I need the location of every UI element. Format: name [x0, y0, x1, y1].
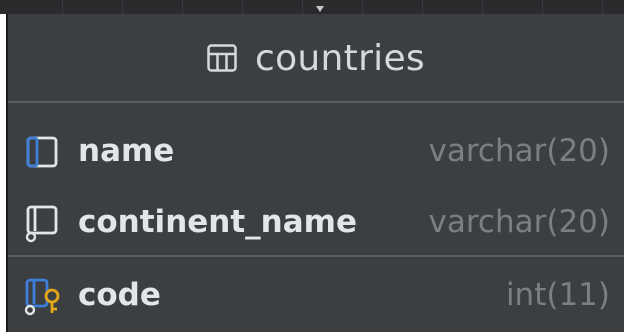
primary-key-column-icon — [24, 278, 60, 316]
table-header[interactable]: countries — [8, 14, 624, 102]
relationship-connector[interactable] — [316, 6, 324, 12]
column-type: varchar(20) — [428, 204, 610, 240]
table-node-countries[interactable]: countries name varchar(20) continent_nam… — [6, 14, 624, 332]
header-divider — [8, 101, 624, 103]
grid-line — [362, 0, 363, 14]
grid-line — [182, 0, 183, 14]
table-title: countries — [255, 37, 425, 79]
column-name: code — [78, 277, 161, 313]
grid-line — [422, 0, 423, 14]
grid-line — [62, 0, 63, 14]
column-type: int(11) — [505, 277, 610, 313]
grid-line — [302, 0, 303, 14]
diagram-canvas: countries name varchar(20) continent_nam… — [0, 0, 624, 332]
grid-line — [482, 0, 483, 14]
column-name: continent_name — [78, 204, 357, 240]
grid-line — [242, 0, 243, 14]
column-row-code[interactable]: code int(11) — [8, 265, 624, 325]
column-type: varchar(20) — [428, 133, 610, 169]
diagram-background — [0, 0, 624, 14]
column-row-name[interactable]: name varchar(20) — [8, 121, 624, 181]
grid-line — [602, 0, 603, 14]
column-row-continent-name[interactable]: continent_name varchar(20) — [8, 192, 624, 252]
table-grid-icon — [207, 44, 237, 72]
column-icon — [26, 136, 58, 168]
grid-line — [122, 0, 123, 14]
column-name: name — [78, 133, 175, 169]
nullable-column-icon — [25, 205, 58, 243]
grid-line — [542, 0, 543, 14]
key-divider — [8, 255, 624, 257]
